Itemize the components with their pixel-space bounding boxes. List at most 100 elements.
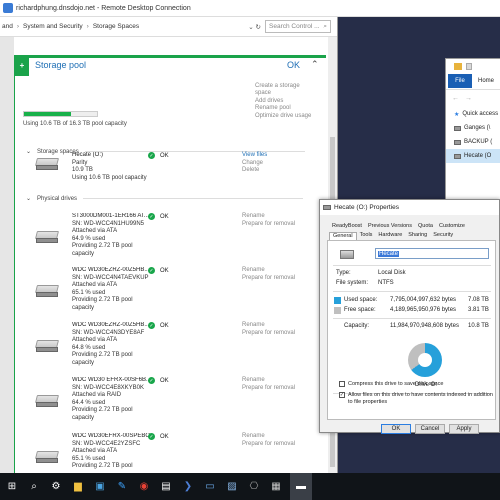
drive-name: WDC WD30EZRZ-00Z5HB... [72, 267, 150, 273]
drive-line: 64.8 % used [72, 344, 106, 351]
drive-actions: Rename Prepare for removal [242, 322, 295, 337]
tab-security[interactable]: Security [430, 232, 456, 240]
compress-checkbox[interactable]: Compress this drive to save disk space [339, 381, 443, 388]
chevron-down-icon: ⌄ [26, 149, 32, 155]
rename-link[interactable]: Rename [242, 267, 295, 275]
capacity-bytes: 11,984,970,948,608 bytes [390, 323, 459, 329]
ok-button[interactable]: OK [381, 424, 411, 434]
powershell-icon[interactable]: ❯ [180, 479, 196, 495]
search-input[interactable]: Search Control ... ⌕ [265, 20, 331, 33]
rename-link[interactable]: Rename [242, 322, 295, 330]
storage-spaces-window: and › System and Security › Storage Spac… [0, 17, 338, 473]
chrome-icon[interactable]: ◉ [136, 479, 152, 495]
refresh-icon[interactable]: ⌄ ↻ [248, 23, 261, 31]
settings-icon[interactable]: ⚙ [48, 479, 64, 495]
nav-ganges[interactable]: Ganges (\ [446, 121, 500, 135]
tab-file[interactable]: File [448, 74, 472, 88]
tab-general[interactable]: General [329, 232, 357, 240]
tab-home[interactable]: Home [478, 78, 494, 84]
terminal-icon[interactable]: ▤ [158, 479, 174, 495]
rename-link[interactable]: Rename [242, 377, 295, 385]
capacity-label: Capacity: [344, 323, 370, 329]
drive-line: SN: WD-WCC4N3DYE8AF [72, 329, 145, 336]
hard-drive-icon [35, 451, 59, 464]
tab-sharing[interactable]: Sharing [405, 232, 430, 240]
properties-icon[interactable] [466, 62, 472, 70]
rename-link[interactable]: Rename [242, 213, 295, 221]
type-row: Type: Local Disk [336, 270, 406, 276]
physical-drives-header[interactable]: ⌄ Physical drives [26, 195, 304, 202]
forward-icon[interactable]: → [465, 95, 472, 102]
tab-hardware[interactable]: Hardware [375, 232, 405, 240]
drive-line: SN: WD-WCC4E8XKYB0K [72, 384, 145, 391]
check-icon: ✓ [148, 377, 155, 384]
task-optimize[interactable]: Optimize drive usage [255, 113, 325, 120]
folder-icon[interactable]: ▆ [70, 479, 86, 495]
check-icon: ✓ [148, 213, 155, 220]
back-icon[interactable]: ← [452, 95, 459, 102]
taskbar: ⊞ ⌕ ⚙ ▆ ▣ ✎ ◉ ▤ ❯ ▭ ▨ ⎔ ▦ ▬ [0, 473, 500, 500]
task-rename-pool[interactable]: Rename pool [255, 105, 325, 112]
tab-tools[interactable]: Tools [357, 232, 376, 240]
drive-icon [454, 139, 461, 145]
prepare-removal-link[interactable]: Prepare for removal [242, 221, 295, 229]
drive-line: 64.9 % used [72, 235, 106, 242]
space-status-label: OK [160, 152, 169, 159]
tab-customize[interactable]: Customize [436, 223, 468, 231]
task-add-drives[interactable]: Add drives [255, 98, 325, 105]
store-icon[interactable]: ▣ [92, 479, 108, 495]
task-create-space[interactable]: Create a storage [255, 83, 325, 90]
view-files-link[interactable]: View files [242, 152, 267, 160]
drive-name-input[interactable]: Hecate [375, 248, 489, 259]
remote-desktop-icon[interactable]: ▭ [202, 479, 218, 495]
breadcrumb-1[interactable]: System and Security [23, 23, 83, 30]
drive-actions: Rename Prepare for removal [242, 433, 295, 448]
photos-icon[interactable]: ▨ [224, 479, 240, 495]
nav-hecate[interactable]: Hecate (O [446, 149, 500, 163]
drive-status: ✓ OK [148, 322, 169, 329]
network-icon[interactable]: ⎔ [246, 479, 262, 495]
checkbox-unchecked[interactable] [339, 381, 345, 387]
drive-status: ✓ OK [148, 267, 169, 274]
space-actions: View files Change Delete [242, 152, 267, 175]
tab-previous-versions[interactable]: Previous Versions [365, 223, 415, 231]
tab-readyboost[interactable]: ReadyBoost [329, 223, 365, 231]
prepare-removal-link[interactable]: Prepare for removal [242, 330, 295, 338]
drive-icon [454, 153, 461, 159]
drive-line: Attached via ATA [72, 337, 118, 344]
search-icon[interactable]: ⌕ [26, 479, 42, 495]
rename-link[interactable]: Rename [242, 433, 295, 441]
tab-quota[interactable]: Quota [415, 223, 436, 231]
media-icon[interactable]: ▦ [268, 479, 284, 495]
prepare-removal-link[interactable]: Prepare for removal [242, 385, 295, 393]
free-space-row: Free space: [334, 307, 386, 314]
delete-link[interactable]: Delete [242, 167, 267, 175]
drive-actions: Rename Prepare for removal [242, 267, 295, 282]
change-link[interactable]: Change [242, 160, 267, 168]
checkbox-checked[interactable]: ✓ [339, 392, 345, 398]
chevron-up-icon[interactable]: ⌃ [311, 59, 319, 70]
search-icon: ⌕ [323, 22, 327, 30]
breadcrumb-0[interactable]: and [2, 23, 13, 30]
breadcrumb-2[interactable]: Storage Spaces [93, 23, 139, 30]
drive-icon[interactable]: ▬ [290, 473, 312, 500]
storage-space-entry: Hecate (O:) Parity 10.9 TB Using 10.6 TB… [35, 152, 326, 192]
index-checkbox[interactable]: ✓ Allow files on this drive to have cont… [339, 392, 494, 405]
hard-drive-icon [35, 340, 59, 353]
windows-icon[interactable]: ⊞ [4, 479, 20, 495]
address-bar[interactable]: and › System and Security › Storage Spac… [0, 17, 337, 37]
pool-collapse-tab[interactable]: + [15, 55, 29, 76]
nav-quick-access[interactable]: ★ Quick access [446, 107, 500, 121]
drive-line: capacity [72, 250, 95, 257]
drive-details: WDC WD30EZRZ-00Z5HB... SN: WD-WCC4N3DYE8… [72, 322, 158, 368]
tool-icon[interactable]: ✎ [114, 479, 130, 495]
prepare-removal-link[interactable]: Prepare for removal [242, 441, 295, 449]
prepare-removal-link[interactable]: Prepare for removal [242, 275, 295, 283]
used-space-row: Used space: [334, 297, 386, 304]
remote-desktop-icon [3, 3, 13, 13]
free-bytes: 4,189,965,950,976 bytes [390, 307, 457, 313]
apply-button[interactable]: Apply [449, 424, 479, 434]
task-create-space-cont[interactable]: space [255, 90, 325, 97]
cancel-button[interactable]: Cancel [415, 424, 445, 434]
nav-backup[interactable]: BACKUP ( [446, 135, 500, 149]
